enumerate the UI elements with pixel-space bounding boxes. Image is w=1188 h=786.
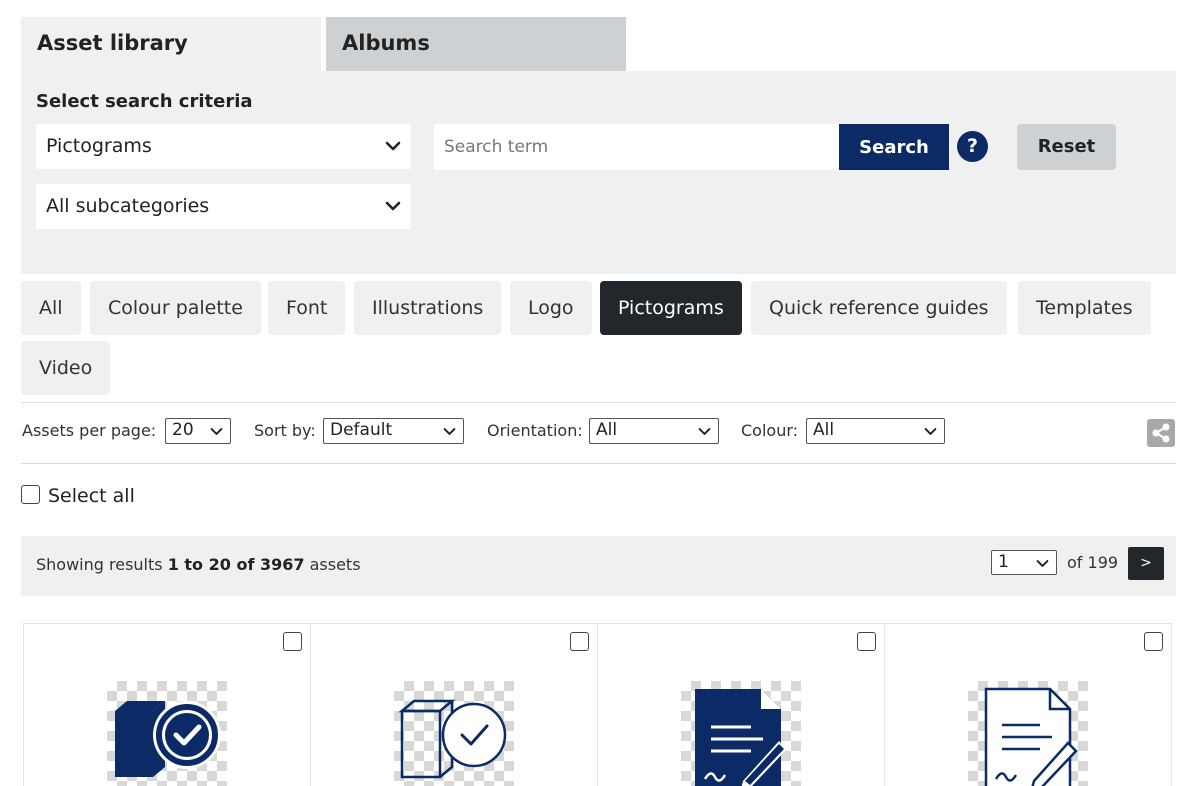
- category-pictograms[interactable]: Pictograms: [600, 281, 742, 335]
- divider: [21, 402, 1176, 403]
- sort-label: Sort by:: [254, 421, 316, 440]
- colour-value: All: [813, 420, 835, 440]
- asset-checkbox[interactable]: [857, 632, 876, 651]
- category-illustrations[interactable]: Illustrations: [354, 281, 502, 335]
- category-font[interactable]: Font: [268, 281, 346, 335]
- category-select-value: Pictograms: [46, 135, 152, 157]
- category-select[interactable]: Pictograms: [36, 124, 411, 169]
- reset-button[interactable]: Reset: [1017, 124, 1116, 170]
- category-templates[interactable]: Templates: [1018, 281, 1151, 335]
- page-total: of 199: [1067, 553, 1119, 572]
- colour-label: Colour:: [741, 421, 799, 440]
- asset-thumbnail[interactable]: [394, 681, 514, 786]
- orientation-value: All: [596, 420, 618, 440]
- chevron-down-icon: [210, 428, 223, 435]
- help-icon[interactable]: ?: [957, 131, 988, 162]
- category-colour-palette[interactable]: Colour palette: [90, 281, 261, 335]
- document-sign-filled-icon: [695, 689, 787, 786]
- chevron-down-icon: [924, 428, 937, 435]
- asset-checkbox[interactable]: [1144, 632, 1163, 651]
- chevron-down-icon: [443, 428, 456, 435]
- asset-thumbnail[interactable]: [107, 681, 227, 786]
- category-logo[interactable]: Logo: [510, 281, 592, 335]
- results-bar: Showing results 1 to 20 of 3967 assets 1…: [21, 536, 1176, 596]
- asset-thumbnail[interactable]: [968, 681, 1088, 786]
- box-check-filled-icon: [115, 701, 221, 777]
- asset-grid: [23, 623, 1173, 786]
- orientation-label: Orientation:: [487, 421, 583, 440]
- next-page-button[interactable]: >: [1128, 547, 1164, 580]
- asset-checkbox[interactable]: [570, 632, 589, 651]
- category-all[interactable]: All: [21, 281, 81, 335]
- per-page-select[interactable]: 20: [165, 418, 231, 444]
- category-quick-reference-guides[interactable]: Quick reference guides: [751, 281, 1007, 335]
- subcategory-select[interactable]: All subcategories: [36, 184, 411, 229]
- search-panel: Select search criteria Pictograms All su…: [21, 71, 1176, 274]
- asset-checkbox[interactable]: [283, 632, 302, 651]
- sort-value: Default: [330, 420, 393, 440]
- select-all-label: Select all: [48, 485, 135, 507]
- box-check-outline-icon: [398, 699, 507, 779]
- search-criteria-heading: Select search criteria: [36, 91, 253, 112]
- results-suffix: assets: [309, 555, 361, 574]
- search-input[interactable]: [434, 124, 840, 170]
- chevron-down-icon: [1036, 560, 1049, 567]
- share-icon[interactable]: [1147, 419, 1175, 447]
- asset-card[interactable]: [24, 624, 311, 786]
- subcategory-select-value: All subcategories: [46, 195, 210, 217]
- page-select-value: 1: [998, 552, 1009, 572]
- document-sign-outline-icon: [984, 687, 1078, 786]
- chevron-down-icon: [385, 141, 401, 151]
- page-select[interactable]: 1: [991, 550, 1057, 575]
- tab-asset-library[interactable]: Asset library: [21, 17, 321, 71]
- asset-card[interactable]: [885, 624, 1172, 786]
- category-video[interactable]: Video: [21, 341, 111, 395]
- divider: [21, 463, 1176, 464]
- select-all-checkbox[interactable]: [21, 485, 40, 504]
- tab-albums[interactable]: Albums: [326, 17, 626, 71]
- sort-select[interactable]: Default: [323, 418, 464, 444]
- colour-select[interactable]: All: [806, 418, 945, 444]
- per-page-label: Assets per page:: [22, 421, 157, 440]
- asset-thumbnail[interactable]: [681, 681, 801, 786]
- per-page-value: 20: [172, 420, 194, 440]
- orientation-select[interactable]: All: [589, 418, 719, 444]
- search-button[interactable]: Search: [839, 124, 949, 170]
- asset-card[interactable]: [311, 624, 598, 786]
- asset-card[interactable]: [598, 624, 885, 786]
- results-summary: Showing results 1 to 20 of 3967 assets: [36, 555, 361, 574]
- chevron-down-icon: [698, 428, 711, 435]
- results-prefix: Showing results: [36, 555, 163, 574]
- results-range: 1 to 20 of 3967: [167, 555, 305, 574]
- chevron-down-icon: [385, 201, 401, 211]
